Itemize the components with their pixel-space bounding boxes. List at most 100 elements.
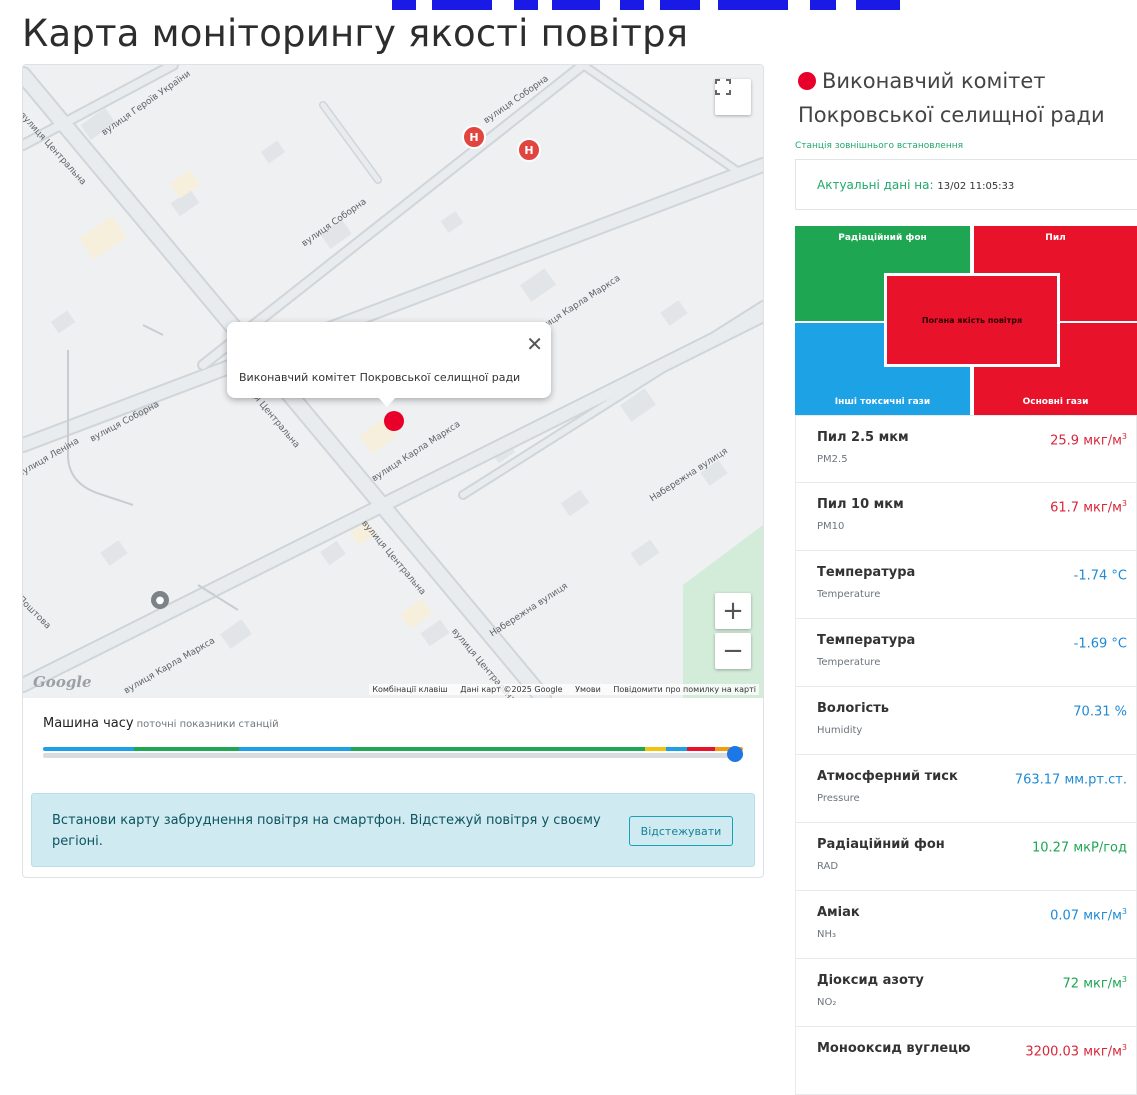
reading-row: Пил 2.5 мкм PM2.5 25.9 мкг/м3 [795,415,1137,483]
reading-value: 61.7 мкг/м3 [1050,499,1127,515]
reading-value: 25.9 мкг/м3 [1050,432,1127,448]
fullscreen-button[interactable] [715,79,751,115]
value-number: 763.17 [1014,772,1061,788]
readings-list: Пил 2.5 мкм PM2.5 25.9 мкг/м3 Пил 10 мкм… [795,415,1137,1095]
reading-value: -1.74 °C [1074,567,1127,583]
reading-row: Температура Temperature -1.74 °C [795,551,1137,619]
reading-name: Пил 2.5 мкм [817,430,909,445]
value-number: 61.7 [1050,500,1080,516]
reading-row: Діоксид азоту NO₂ 72 мкг/м3 [795,959,1137,1027]
value-sup: 3 [1121,907,1127,916]
value-unit: мкг/м [1083,433,1122,449]
zoom-in-button[interactable]: + [715,593,751,629]
zoom-out-button[interactable]: − [715,633,751,669]
value-unit: мкР/год [1073,840,1127,856]
value-unit: мкг/м [1083,908,1122,924]
place-pin-icon[interactable]: ● [151,591,169,609]
history-segment [645,747,666,751]
popup-tail [378,397,396,407]
overall-quality-badge: Погана якість повітря [884,273,1060,367]
reading-row: Атмосферний тиск Pressure 763.17 мм.рт.с… [795,755,1137,823]
status-dot-icon [798,72,816,90]
reading-value: 72 мкг/м3 [1063,975,1127,991]
value-number: 25.9 [1050,433,1080,449]
value-number: -1.69 [1073,636,1108,652]
reading-value: 763.17 мм.рт.ст. [1015,771,1127,787]
map-data-text: Дані карт ©2025 Google [460,685,563,694]
time-machine-title: Машина часу [43,716,134,731]
history-segment [666,747,687,751]
hospital-icon[interactable]: H [517,138,541,162]
hospital-icon[interactable]: H [462,125,486,149]
reading-value: 0.07 мкг/м3 [1050,907,1127,923]
time-slider-rail[interactable] [43,753,743,758]
time-machine-sublabel: поточні показники станцій [136,719,279,730]
reading-name: Вологість [817,701,890,716]
value-number: 3200.03 [1025,1044,1080,1060]
actual-data-time: 13/02 11:05:33 [937,181,1015,192]
reading-code: Humidity [817,725,863,736]
reading-value: 10.27 мкР/год [1032,839,1127,855]
value-sup: 3 [1121,1043,1127,1052]
reading-code: Temperature [817,657,881,668]
value-sup: 3 [1121,432,1127,441]
keyboard-shortcuts-link[interactable]: Комбінації клавіш [372,685,447,694]
actual-data-label: Актуальні дані на: [817,178,934,192]
reading-row: Температура Temperature -1.69 °C [795,619,1137,687]
reading-code: NO₂ [817,997,837,1008]
value-unit: мм.рт.ст. [1064,772,1127,788]
reading-value: 3200.03 мкг/м3 [1025,1043,1127,1059]
value-unit: мкг/м [1083,1044,1122,1060]
app-promo-alert: Встанови карту забруднення повітря на см… [31,793,755,867]
history-segment [687,747,715,751]
value-unit: °C [1111,568,1127,584]
value-sup: 3 [1121,975,1127,984]
station-popup: ✕ Виконавчий комітет Покровської селищно… [227,322,551,398]
app-promo-text: Встанови карту забруднення повітря на см… [52,813,601,849]
map-attribution: Комбінації клавіш Дані карт ©2025 Google… [369,684,759,695]
map-view[interactable]: вулиця Центральна вулиця Героїв України … [23,65,763,698]
reading-value: -1.69 °C [1074,635,1127,651]
history-segment [43,747,134,751]
map-card: вулиця Центральна вулиця Героїв України … [22,64,764,878]
reading-name: Температура [817,633,916,648]
value-number: -1.74 [1073,568,1108,584]
reading-name: Радіаційний фон [817,837,945,852]
actual-data-box: Актуальні дані на: 13/02 11:05:33 [795,159,1137,210]
history-segment [351,747,645,751]
google-logo: Google [33,673,92,691]
terms-link[interactable]: Умови [575,685,601,694]
top-blue-strip [0,0,1137,10]
value-unit: мкг/м [1083,976,1122,992]
value-number: 70.31 [1073,704,1111,720]
time-history-bar [43,747,743,751]
history-segment [134,747,239,751]
reading-row: Радіаційний фон RAD 10.27 мкР/год [795,823,1137,891]
reading-code: Pressure [817,793,860,804]
reading-name: Температура [817,565,916,580]
quality-quadrants: Радіаційний фон Пил Інші токсичні гази О… [795,226,1137,415]
value-number: 10.27 [1031,840,1070,856]
reading-row: Пил 10 мкм PM10 61.7 мкг/м3 [795,483,1137,551]
value-unit: °C [1111,636,1127,652]
report-error-link[interactable]: Повідомити про помилку на карті [613,685,756,694]
reading-name: Пил 10 мкм [817,497,904,512]
reading-code: Temperature [817,589,881,600]
page-title: Карта моніторингу якості повітря [22,12,689,55]
popup-close-icon[interactable]: ✕ [526,332,543,356]
station-marker[interactable] [384,411,404,431]
track-button[interactable]: Відстежувати [629,816,733,846]
reading-row: Монооксид вуглецю 3200.03 мкг/м3 [795,1027,1137,1095]
time-slider-thumb[interactable] [727,746,743,762]
reading-name: Аміак [817,905,860,920]
popup-text: Виконавчий комітет Покровської селищної … [239,371,521,384]
reading-name: Атмосферний тиск [817,769,958,784]
history-segment [239,747,351,751]
reading-code: RAD [817,861,839,872]
reading-value: 70.31 % [1073,703,1127,719]
value-number: 72 [1062,976,1080,992]
reading-name: Монооксид вуглецю [817,1041,971,1056]
reading-name: Діоксид азоту [817,973,924,988]
value-sup: 3 [1121,499,1127,508]
reading-code: NH₃ [817,929,837,940]
